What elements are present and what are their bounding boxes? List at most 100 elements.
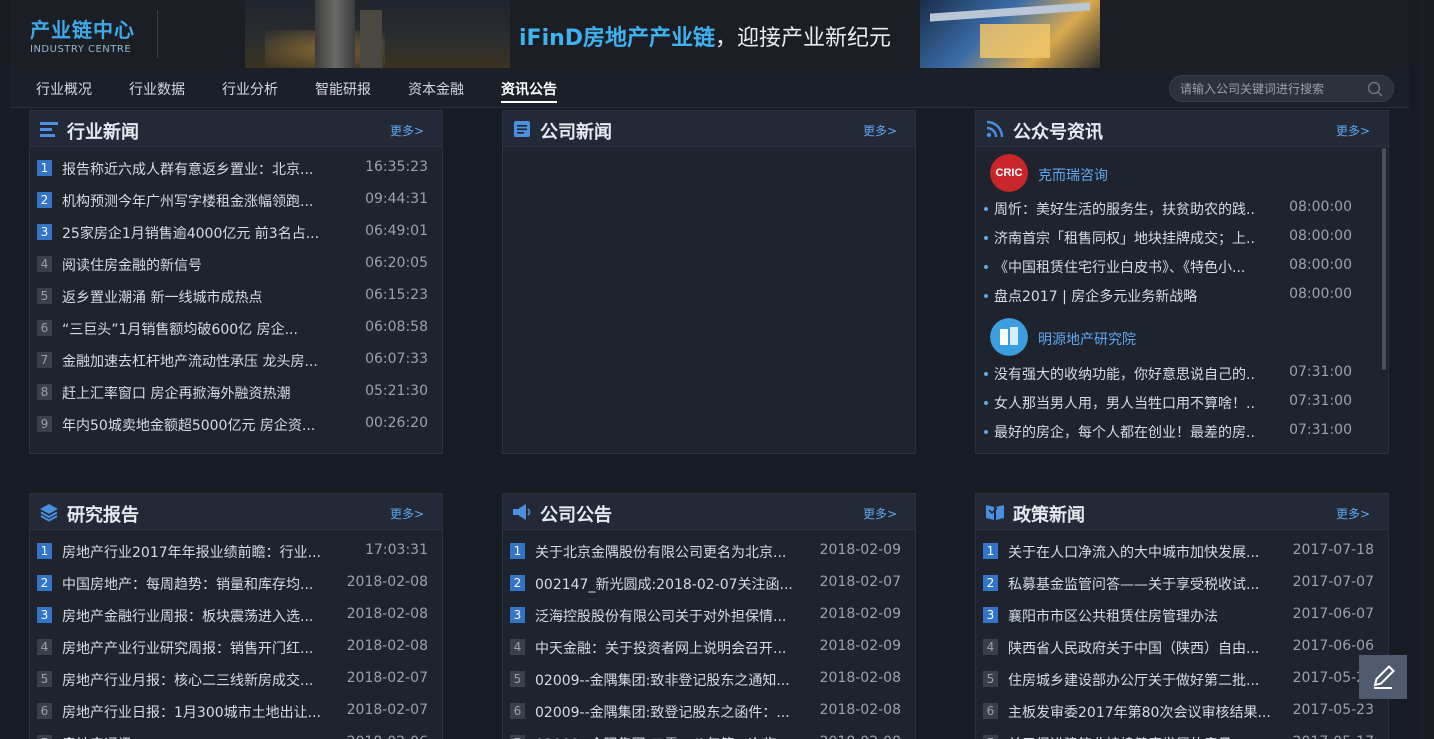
item-title[interactable]: 25家房企1月销售逾4000亿元 前3名占... [62,223,332,243]
more-link[interactable]: 更多> [863,505,897,522]
item-title[interactable]: 私募基金监管问答——关于享受税收试... [1008,574,1278,594]
item-title[interactable]: 年内50城卖地金额超5000亿元 房企资... [62,415,332,435]
list-item[interactable]: 9 年内50城卖地金额超5000亿元 房企资... 00:26:20 [30,408,442,440]
nav-item-industry-analysis[interactable]: 行业分析 [222,79,278,99]
search-input[interactable] [1180,80,1360,98]
item-title[interactable]: 02009--金隅集团:致登记股东之函件：... [535,702,805,722]
wechat-list: CRIC 克而瑞咨询 周忻：美好生活的服务生，扶贫助农的践... 08:00:00… [976,148,1388,453]
feedback-edit-button[interactable] [1359,655,1407,699]
item-time: 2018-02-06 [347,734,428,739]
item-title[interactable]: 襄阳市市区公共租赁住房管理办法 [1008,606,1278,626]
list-item[interactable]: 8 赶上汇率窗口 房企再掀海外融资热潮 05:21:30 [30,376,442,408]
more-link[interactable]: 更多> [390,505,424,522]
item-title[interactable]: 济南首宗「租售同权」地块挂牌成交；上... [994,228,1256,248]
item-title[interactable]: 赶上汇率窗口 房企再掀海外融资热潮 [62,383,332,403]
list-item[interactable]: 6 房地产行业日报：1月300城市土地出让... 2018-02-07 [30,695,442,727]
industry-centre-logo[interactable]: 产业链中心 INDUSTRY CENTRE [30,14,135,55]
wechat-source-name[interactable]: 克而瑞咨询 [1038,165,1108,185]
item-title[interactable]: “三巨头”1月销售额均破600亿 房企... [62,319,332,339]
list-item[interactable]: 2 002147_新光圆成:2018-02-07关注函... 2018-02-07 [503,567,915,599]
item-title[interactable]: 阅读住房金融的新信号 [62,255,332,275]
more-link[interactable]: 更多> [1336,122,1370,139]
more-link[interactable]: 更多> [390,122,424,139]
item-title[interactable]: 返乡置业潮涌 新一线城市成热点 [62,287,332,307]
list-item[interactable]: 4 房地产产业行业研究周报：销售开门红... 2018-02-08 [30,631,442,663]
list-item[interactable]: 2 机构预测今年广州写字楼租金涨幅领跑... 09:44:31 [30,184,442,216]
list-item[interactable]: 《中国租赁住宅行业白皮书》、《特色小... 08:00:00 [976,252,1376,281]
list-item[interactable]: 7 02009--金隅集团:二零一八年第一次临... 2018-02-08 [503,727,915,739]
list-item[interactable]: 1 关于在人口净流入的大中城市加快发展... 2017-07-18 [976,535,1388,567]
list-item[interactable]: 7 关于促进建筑业持续健康发展的意见 2017-05-17 [976,727,1388,739]
list-item[interactable]: 盘点2017 | 房企多元业务新战略 08:00:00 [976,281,1376,310]
item-title[interactable]: 房地产行业日报：1月300城市土地出让... [62,702,332,722]
list-item[interactable]: 5 房地产行业月报：核心二三线新房成交... 2018-02-07 [30,663,442,695]
item-title[interactable]: 金融加速去杠杆地产流动性承压 龙头房... [62,351,332,371]
rank-badge: 5 [37,288,52,304]
list-item[interactable]: 6 主板发审委2017年第80次会议审核结果... 2017-05-23 [976,695,1388,727]
nav-item-industry-overview[interactable]: 行业概况 [36,79,92,99]
item-title[interactable]: 最好的房企，每个人都在创业！最差的房... [994,422,1256,442]
rank-badge: 4 [37,256,52,272]
list-item[interactable]: 3 襄阳市市区公共租赁住房管理办法 2017-06-07 [976,599,1388,631]
item-title[interactable]: 房地产通讯 [62,734,332,739]
panel-scrollbar[interactable] [1382,148,1386,370]
list-item[interactable]: 7 金融加速去杠杆地产流动性承压 龙头房... 06:07:33 [30,344,442,376]
item-title[interactable]: 房地产行业2017年年报业绩前瞻：行业... [62,542,332,562]
item-title[interactable]: 盘点2017 | 房企多元业务新战略 [994,286,1256,306]
list-item[interactable]: 1 报告称近六成人群有意返乡置业：北京... 16:35:23 [30,152,442,184]
list-item[interactable]: 6 02009--金隅集团:致登记股东之函件：... 2018-02-08 [503,695,915,727]
search-icon[interactable] [1367,81,1383,97]
list-item[interactable]: 5 住房城乡建设部办公厅关于做好第二批... 2017-05-26 [976,663,1388,695]
panel-header: 公司新闻 更多> [503,111,915,147]
list-item[interactable]: 7 房地产通讯 2018-02-06 [30,727,442,739]
item-title[interactable]: 关于在人口净流入的大中城市加快发展... [1008,542,1278,562]
item-title[interactable]: 住房城乡建设部办公厅关于做好第二批... [1008,670,1278,690]
list-item[interactable]: 1 关于北京金隅股份有限公司更名为北京... 2018-02-09 [503,535,915,567]
item-title[interactable]: 关于北京金隅股份有限公司更名为北京... [535,542,805,562]
item-title[interactable]: 房地产行业月报：核心二三线新房成交... [62,670,332,690]
list-item[interactable]: 周忻：美好生活的服务生，扶贫助农的践... 08:00:00 [976,194,1376,223]
nav-item-industry-data[interactable]: 行业数据 [129,79,185,99]
list-item[interactable]: 6 “三巨头”1月销售额均破600亿 房企... 06:08:58 [30,312,442,344]
list-item[interactable]: 1 房地产行业2017年年报业绩前瞻：行业... 17:03:31 [30,535,442,567]
item-title[interactable]: 泛海控股股份有限公司关于对外担保情... [535,606,805,626]
item-title[interactable]: 关于促进建筑业持续健康发展的意见 [1008,734,1278,739]
list-item[interactable]: 3 房地产金融行业周报：板块震荡进入选... 2018-02-08 [30,599,442,631]
item-time: 2018-02-08 [346,574,428,590]
item-title[interactable]: 02009--金隅集团:致非登记股东之通知... [535,670,805,690]
item-title[interactable]: 房地产产业行业研究周报：销售开门红... [62,638,332,658]
item-title[interactable]: 没有强大的收纳功能，你好意思说自己的... [994,364,1256,384]
list-item[interactable]: 4 阅读住房金融的新信号 06:20:05 [30,248,442,280]
list-item[interactable]: 济南首宗「租售同权」地块挂牌成交；上... 08:00:00 [976,223,1376,252]
list-item[interactable]: 女人那当男人用，男人当牲口用不算啥！... 07:31:00 [976,388,1376,417]
item-title[interactable]: 报告称近六成人群有意返乡置业：北京... [62,159,332,179]
list-item[interactable]: 5 02009--金隅集团:致非登记股东之通知... 2018-02-08 [503,663,915,695]
item-title[interactable]: 女人那当男人用，男人当牲口用不算啥！... [994,393,1256,413]
item-title[interactable]: 陕西省人民政府关于中国（陕西）自由... [1008,638,1278,658]
wechat-source-name[interactable]: 明源地产研究院 [1038,329,1136,349]
more-link[interactable]: 更多> [1336,505,1370,522]
list-item[interactable]: 3 泛海控股股份有限公司关于对外担保情... 2018-02-09 [503,599,915,631]
list-item[interactable]: 4 中天金融：关于投资者网上说明会召开... 2018-02-09 [503,631,915,663]
item-title[interactable]: 02009--金隅集团:二零一八年第一次临... [535,734,805,739]
list-item[interactable]: 2 中国房地产：每周趋势：销量和库存均... 2018-02-08 [30,567,442,599]
item-title[interactable]: 主板发审委2017年第80次会议审核结果... [1008,702,1278,722]
list-item[interactable]: 3 25家房企1月销售逾4000亿元 前3名占... 06:49:01 [30,216,442,248]
page-scrollbar[interactable] [1420,0,1434,739]
list-item[interactable]: 2 私募基金监管问答——关于享受税收试... 2017-07-07 [976,567,1388,599]
item-title[interactable]: 中天金融：关于投资者网上说明会召开... [535,638,805,658]
item-title[interactable]: 机构预测今年广州写字楼租金涨幅领跑... [62,191,332,211]
more-link[interactable]: 更多> [863,122,897,139]
item-title[interactable]: 周忻：美好生活的服务生，扶贫助农的践... [994,199,1256,219]
nav-item-news-announcements[interactable]: 资讯公告 [501,79,557,103]
list-item[interactable]: 最好的房企，每个人都在创业！最差的房... 07:31:00 [976,417,1376,446]
nav-item-smart-research[interactable]: 智能研报 [315,79,371,99]
list-item[interactable]: 4 陕西省人民政府关于中国（陕西）自由... 2017-06-06 [976,631,1388,663]
item-title[interactable]: 中国房地产：每周趋势：销量和库存均... [62,574,332,594]
list-item[interactable]: 没有强大的收纳功能，你好意思说自己的... 07:31:00 [976,359,1376,388]
item-title[interactable]: 房地产金融行业周报：板块震荡进入选... [62,606,332,626]
nav-item-capital-finance[interactable]: 资本金融 [408,79,464,99]
item-title[interactable]: 002147_新光圆成:2018-02-07关注函... [535,574,805,594]
list-item[interactable]: 5 返乡置业潮涌 新一线城市成热点 06:15:23 [30,280,442,312]
item-title[interactable]: 《中国租赁住宅行业白皮书》、《特色小... [994,257,1256,277]
